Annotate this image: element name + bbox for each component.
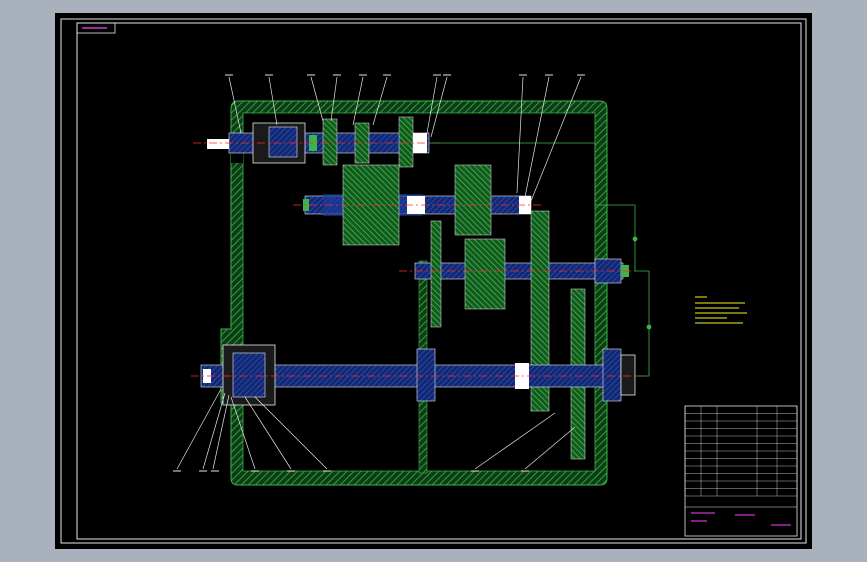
cad-viewport[interactable] (55, 13, 812, 549)
gearbox-drawing (60, 18, 807, 544)
title-block (684, 405, 798, 537)
technical-notes (695, 296, 747, 324)
